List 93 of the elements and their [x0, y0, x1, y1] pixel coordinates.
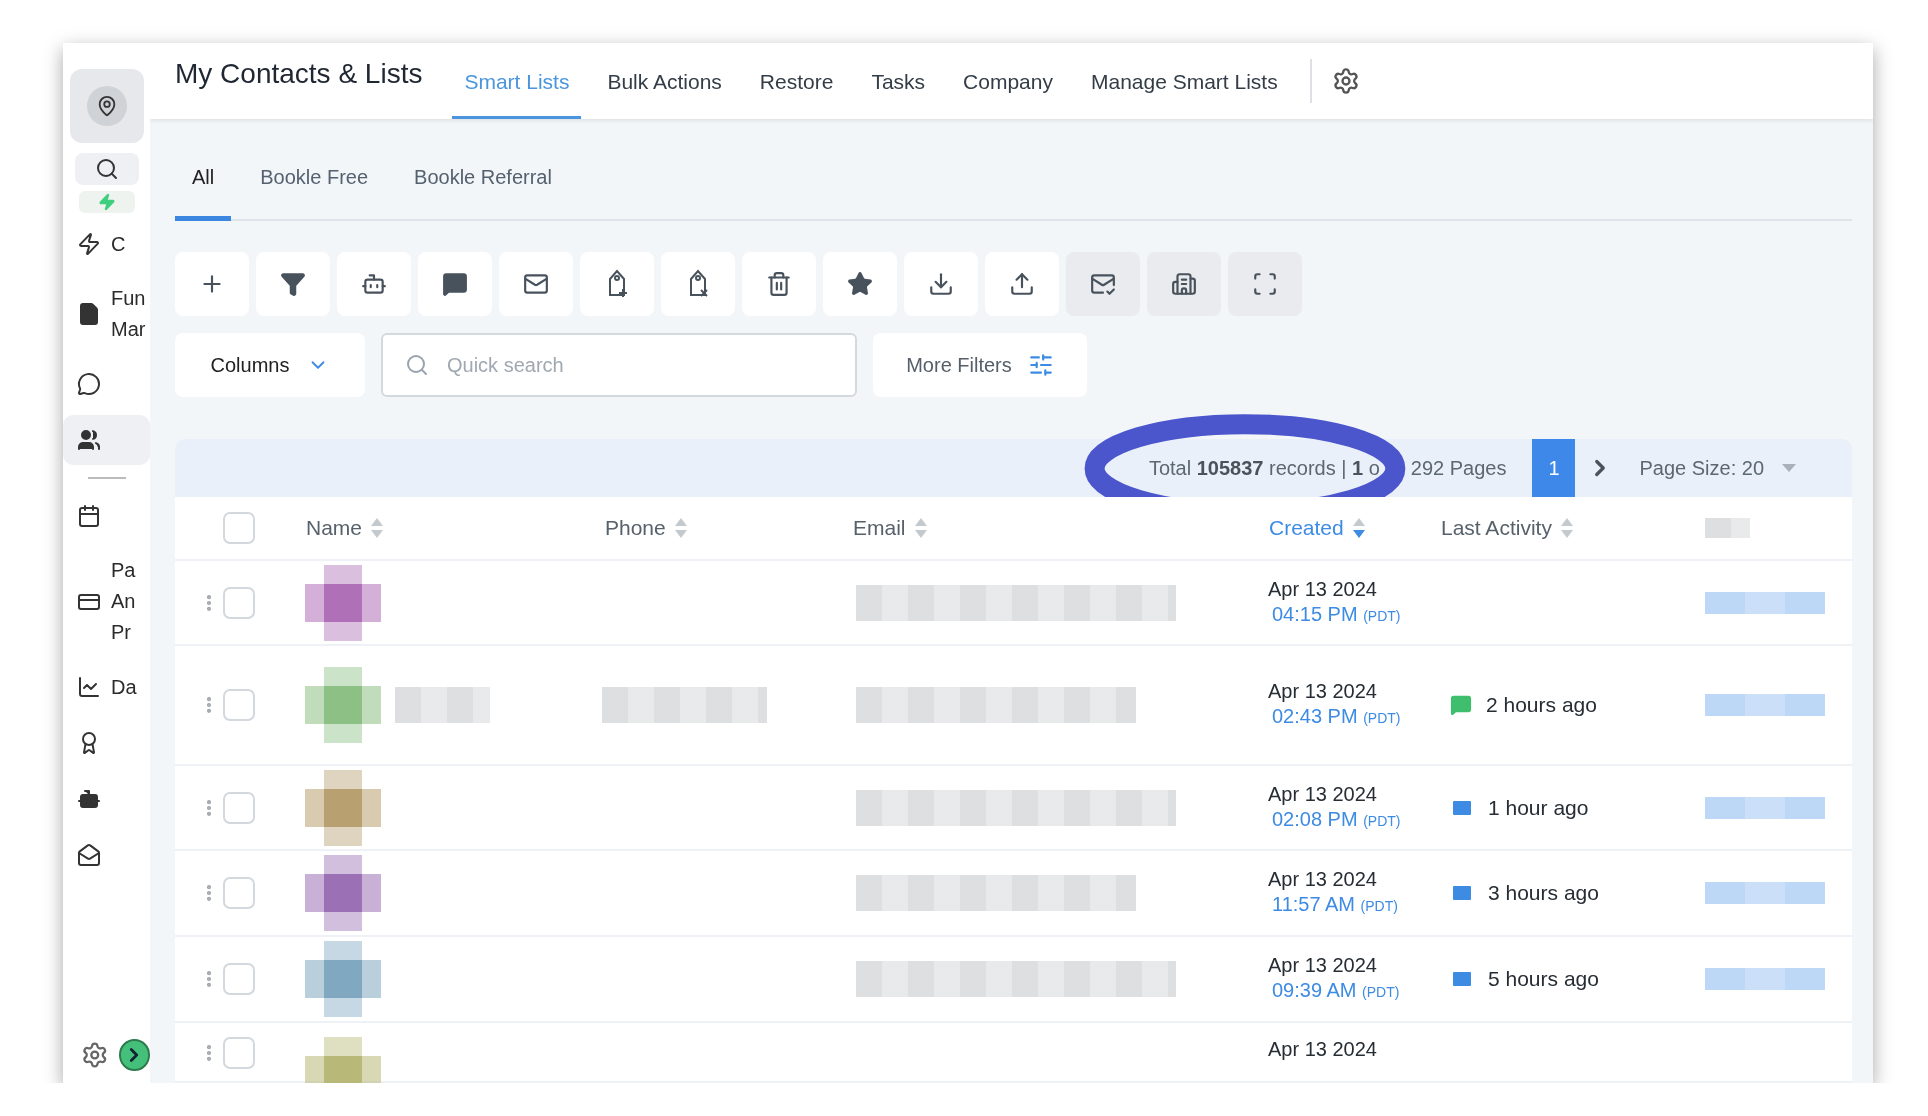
toolbar-button[interactable]: [742, 252, 816, 316]
more-filters-button[interactable]: More Filters: [873, 333, 1087, 397]
toolbar-button[interactable]: [1147, 252, 1221, 316]
account-button[interactable]: [69, 69, 144, 143]
row-checkbox[interactable]: [223, 877, 255, 909]
sort-icon[interactable]: [1351, 517, 1366, 539]
column-header[interactable]: Created: [1250, 516, 1430, 540]
page-count: 292 Pages: [1410, 456, 1507, 480]
list-tab[interactable]: Bookle Free: [243, 166, 386, 221]
last-activity: 5 hours ago: [1488, 967, 1599, 991]
page-size-select[interactable]: Page Size: 20: [1639, 456, 1796, 480]
settings-icon[interactable]: [81, 1041, 109, 1069]
settings-icon[interactable]: [1331, 67, 1360, 95]
nav-tab[interactable]: Restore: [747, 70, 846, 119]
sidebar-item[interactable]: C: [63, 219, 150, 269]
expand-button[interactable]: [118, 1039, 150, 1071]
toolbar-button[interactable]: [985, 252, 1059, 316]
nav-tab[interactable]: Company: [951, 70, 1065, 119]
sidebar-label: Pa An Pr: [111, 558, 136, 645]
message-icon: [442, 271, 468, 297]
chart-icon: [77, 675, 101, 699]
select-all-checkbox[interactable]: [223, 512, 255, 544]
created-date: Apr 13 2024: [1268, 1037, 1377, 1062]
list-tab[interactable]: Bookle Referral: [397, 166, 569, 221]
page-title: My Contacts & Lists: [175, 58, 423, 91]
toolbar-button[interactable]: [823, 252, 897, 316]
toolbar-button[interactable]: [661, 252, 735, 316]
star-icon: [847, 271, 873, 297]
search-button[interactable]: [74, 153, 139, 185]
row-checkbox[interactable]: [223, 1037, 255, 1069]
nav-tab[interactable]: Tasks: [859, 70, 938, 119]
sidebar-label: C: [111, 231, 126, 257]
column-header[interactable]: Email: [840, 516, 1250, 540]
toolbar-button[interactable]: [256, 252, 330, 316]
sidebar-item[interactable]: [63, 415, 150, 465]
created-date: Apr 13 2024: [1268, 953, 1378, 978]
created-time: 11:57 AM (PDT): [1271, 892, 1398, 917]
created-date: Apr 13 2024: [1268, 679, 1378, 704]
chat-icon: [77, 372, 101, 396]
list-tab[interactable]: All: [175, 166, 232, 221]
toolbar-button[interactable]: [904, 252, 978, 316]
bolt-icon: [77, 232, 101, 256]
created-time: 02:08 PM (PDT): [1271, 806, 1401, 832]
toolbar-button[interactable]: [1066, 252, 1140, 316]
building-icon: [1171, 271, 1197, 297]
bolt-icon: [97, 193, 116, 211]
page-number[interactable]: 1: [1532, 439, 1576, 497]
column-header[interactable]: Name: [290, 516, 590, 540]
row-checkbox[interactable]: [223, 963, 255, 995]
sidebar-item[interactable]: Pa An Pr: [63, 547, 150, 656]
row-checkbox[interactable]: [223, 791, 255, 824]
toolbar-button[interactable]: [499, 252, 573, 316]
created-time: 09:39 AM (PDT): [1271, 978, 1400, 1003]
trash-icon: [766, 271, 792, 297]
sidebar-item[interactable]: Fun Mar: [63, 275, 150, 353]
mail-icon: [523, 271, 549, 297]
row-checkbox[interactable]: [223, 689, 255, 721]
toolbar-button[interactable]: [418, 252, 492, 316]
search-field[interactable]: Quick search: [381, 333, 857, 397]
created-time: 02:43 PM (PDT): [1271, 704, 1401, 729]
sliders-icon: [1027, 352, 1054, 378]
people-icon: [77, 428, 101, 452]
records-summary: Total 105837 records | 1 o: [1148, 456, 1380, 480]
sidebar-label: Da: [111, 674, 137, 700]
nav-tab[interactable]: Bulk Actions: [595, 70, 734, 119]
sidebar-label: Fun Mar: [111, 286, 146, 342]
created-date: Apr 13 2024: [1268, 576, 1378, 602]
toolbar-button[interactable]: [337, 252, 411, 316]
toolbar-button[interactable]: [580, 252, 654, 316]
created-date: Apr 13 2024: [1268, 867, 1378, 892]
created-time: 04:15 PM (PDT): [1271, 601, 1401, 627]
nav-tab[interactable]: Manage Smart Lists: [1078, 70, 1290, 119]
search-icon: [405, 353, 429, 377]
search-icon: [94, 157, 119, 181]
caret-icon: [1782, 464, 1796, 472]
column-header[interactable]: Last Activity: [1430, 516, 1690, 540]
blurred-header: [1705, 518, 1750, 538]
last-activity: 1 hour ago: [1488, 795, 1589, 820]
sidebar-item[interactable]: Da: [63, 662, 150, 712]
row-checkbox[interactable]: [223, 586, 255, 619]
mail-check-icon: [1090, 271, 1116, 297]
mail-open-icon: [77, 843, 101, 867]
filter-icon: [280, 271, 306, 297]
calendar-icon: [77, 504, 101, 528]
upload-icon: [1009, 271, 1035, 297]
last-activity: 3 hours ago: [1488, 881, 1599, 905]
download-icon: [928, 271, 954, 297]
last-activity: 2 hours ago: [1486, 693, 1597, 717]
frame-icon: [1252, 271, 1278, 297]
invoice-icon: [77, 302, 101, 326]
created-date: Apr 13 2024: [1268, 781, 1378, 807]
column-header[interactable]: Phone: [590, 516, 840, 540]
columns-button[interactable]: Columns: [175, 333, 365, 397]
